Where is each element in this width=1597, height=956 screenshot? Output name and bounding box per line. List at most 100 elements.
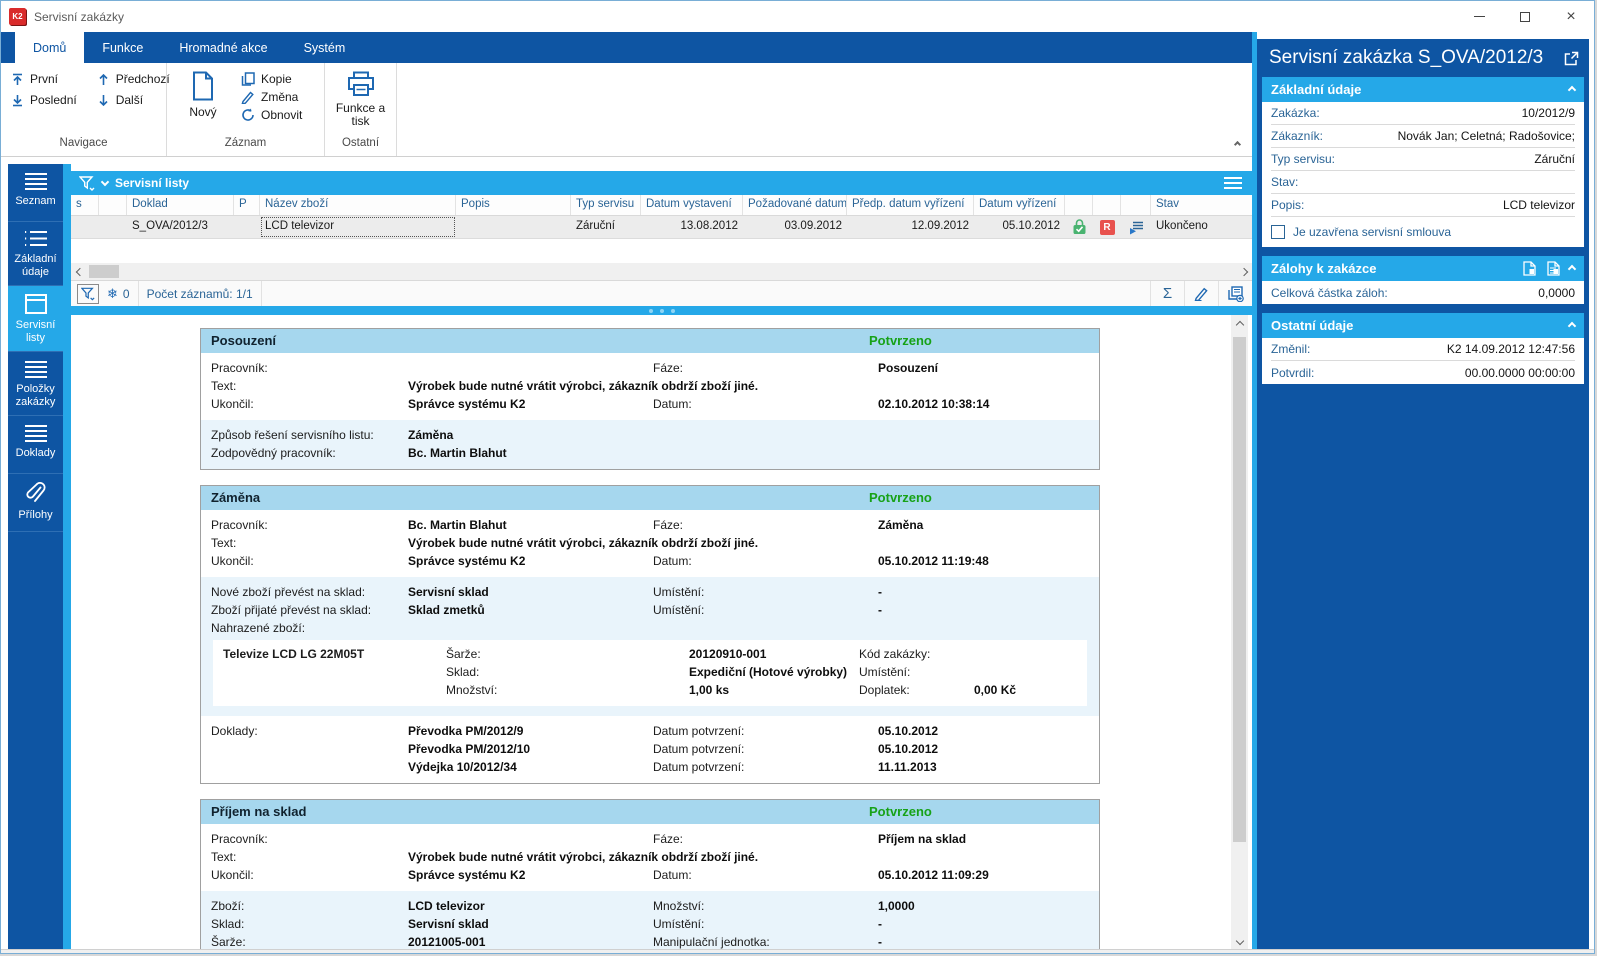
tab-funkce[interactable]: Funkce (84, 32, 161, 63)
panel-section-title: Zálohy k zakázce (1271, 261, 1377, 276)
sidebar-item-polozky-zakazky[interactable]: Položky zakázky (8, 352, 63, 416)
col-header-p[interactable]: P (234, 195, 260, 215)
sidebar-splitter[interactable] (63, 164, 71, 949)
refresh-button[interactable]: Obnovit (241, 108, 302, 122)
col-header-flag3[interactable] (1121, 195, 1151, 215)
field-zakazka[interactable]: Zakázka:10/2012/9 (1271, 102, 1575, 125)
checkbox-label: Je uzavřena servisní smlouva (1293, 225, 1451, 239)
box-icon (25, 294, 47, 314)
collapse-section-button[interactable] (1568, 85, 1576, 93)
sidebar-item-label: Doklady (16, 447, 56, 460)
cell-nazev-zbozi: LCD televizor (260, 216, 456, 238)
field-zmenil[interactable]: Změnil:K2 14.09.2012 12:47:56 (1271, 338, 1575, 361)
scroll-down-button[interactable] (1231, 932, 1248, 949)
collapse-section-button[interactable] (1568, 321, 1576, 329)
sidebar-item-servisni-listy[interactable]: Servisní listy (8, 286, 63, 352)
app-logo-icon: K2 (9, 8, 26, 25)
close-icon: × (1566, 8, 1575, 26)
document-icon[interactable] (1523, 261, 1536, 276)
sidebar-item-seznam[interactable]: Seznam (8, 164, 63, 222)
copy-button[interactable]: Kopie (241, 72, 302, 86)
col-header-popis[interactable]: Popis (456, 195, 571, 215)
right-panel-title: Servisní zakázka S_OVA/2012/3 (1269, 47, 1543, 69)
replaced-goods-box: Televize LCD LG 22M05TŠarže:20120910-001… (213, 640, 1087, 706)
col-header-predp-datum-vyrizeni[interactable]: Předp. datum vyřízení (847, 195, 974, 215)
col-header-doklad[interactable]: Doklad (127, 195, 234, 215)
service-contract-checkbox[interactable]: Je uzavřena servisní smlouva (1271, 217, 1575, 247)
field-zakaznik[interactable]: Zákazník:Novák Jan; Celetná; Radošovice; (1271, 125, 1575, 148)
col-header-pozadovane-datum[interactable]: Požadované datum (743, 195, 847, 215)
col-header-datum-vyrizeni[interactable]: Datum vyřízení (974, 195, 1065, 215)
detail-section-prijem-na-sklad: Příjem na sklad Potvrzeno Pracovník:Fáze… (200, 799, 1100, 949)
section-status: Potvrzeno (869, 804, 1089, 819)
col-header-flag2[interactable] (1093, 195, 1121, 215)
field-celkova-castka[interactable]: Celková částka záloh:0,0000 (1271, 281, 1575, 304)
record-flag-r-icon: R (1100, 220, 1115, 235)
tab-hromadne-akce[interactable]: Hromadné akce (161, 32, 285, 63)
scroll-left-button[interactable] (71, 263, 88, 280)
vertical-scrollbar[interactable] (1231, 315, 1248, 949)
col-header-nazev-zbozi[interactable]: Název zboží (260, 195, 456, 215)
col-header-datum-vystaveni[interactable]: Datum vystavení (641, 195, 743, 215)
section-title: Záměna (211, 490, 869, 505)
field-typ-servisu[interactable]: Typ servisu:Záruční (1271, 148, 1575, 171)
filter-toggle-button[interactable] (77, 284, 99, 304)
table-row[interactable]: S_OVA/2012/3 LCD televizor Záruční 13.08… (71, 216, 1252, 239)
arrow-down-bar-icon (11, 94, 24, 107)
col-header-s[interactable]: s (71, 195, 99, 215)
close-button[interactable]: × (1548, 1, 1594, 32)
field-stav[interactable]: Stav: (1271, 171, 1575, 194)
chevron-down-icon[interactable] (101, 177, 109, 185)
filter-icon[interactable] (79, 176, 95, 191)
col-header-blank[interactable] (99, 195, 127, 215)
open-external-icon[interactable] (1564, 51, 1579, 66)
minimize-button[interactable] (1456, 1, 1502, 32)
sidebar: Seznam Základní údaje Servisní listy Pol… (8, 164, 63, 949)
documents-icon[interactable] (1545, 261, 1560, 276)
grid-panel-header: Servisní listy (71, 171, 1252, 195)
menu-lines-icon (24, 424, 48, 442)
field-popis[interactable]: Popis:LCD televizor (1271, 194, 1575, 217)
sidebar-item-label: Přílohy (18, 509, 52, 522)
scroll-up-button[interactable] (1231, 315, 1248, 332)
print-functions-button[interactable]: Funkce a tisk (329, 65, 393, 137)
next-button[interactable]: Další (97, 93, 170, 107)
horizontal-scrollbar[interactable] (71, 263, 1252, 280)
window-bottom-edge (1, 949, 1594, 954)
panel-section-zalohy: Zálohy k zakázce Celková částka záloh:0,… (1262, 256, 1584, 304)
col-header-typ-servisu[interactable]: Typ servisu (571, 195, 641, 215)
first-button[interactable]: První (11, 72, 77, 86)
tab-system[interactable]: Systém (286, 32, 364, 63)
new-button[interactable]: Nový (177, 65, 229, 137)
ribbon-collapse-button[interactable] (1235, 134, 1240, 152)
frozen-rows-indicator[interactable]: ❄ 0 (99, 281, 139, 306)
edit-button[interactable] (1184, 281, 1218, 306)
menu-lines-icon (24, 360, 48, 378)
last-button[interactable]: Poslední (11, 93, 77, 107)
scroll-right-button[interactable] (1235, 263, 1252, 280)
collapse-section-button[interactable] (1568, 264, 1576, 272)
col-header-stav[interactable]: Stav (1151, 195, 1252, 215)
arrow-down-icon (97, 94, 110, 107)
copy-add-button[interactable] (1218, 281, 1252, 306)
sidebar-item-prilohy[interactable]: Přílohy (8, 474, 63, 532)
cell-predp-datum-vyrizeni: 12.09.2012 (847, 216, 974, 238)
tab-domu[interactable]: Domů (15, 32, 84, 63)
col-header-flag1[interactable] (1065, 195, 1093, 215)
section-title: Příjem na sklad (211, 804, 869, 819)
cell-datum-vyrizeni: 05.10.2012 (974, 216, 1065, 238)
group-label-ostatni: Ostatní (325, 137, 396, 156)
sum-button[interactable]: Σ (1150, 281, 1184, 306)
vertical-scroll-thumb[interactable] (1233, 337, 1246, 842)
new-document-icon (190, 71, 216, 101)
maximize-button[interactable] (1502, 1, 1548, 32)
previous-button[interactable]: Předchozí (97, 72, 170, 86)
grid-menu-button[interactable] (1224, 177, 1242, 189)
new-label: Nový (189, 106, 216, 119)
field-potvrdil[interactable]: Potvrdil:00.00.0000 00:00:00 (1271, 361, 1575, 384)
change-button[interactable]: Změna (241, 90, 302, 104)
horizontal-scroll-thumb[interactable] (89, 265, 119, 278)
sidebar-item-doklady[interactable]: Doklady (8, 416, 63, 474)
sidebar-item-zakladni-udaje[interactable]: Základní údaje (8, 222, 63, 286)
horizontal-splitter[interactable] (71, 306, 1252, 315)
